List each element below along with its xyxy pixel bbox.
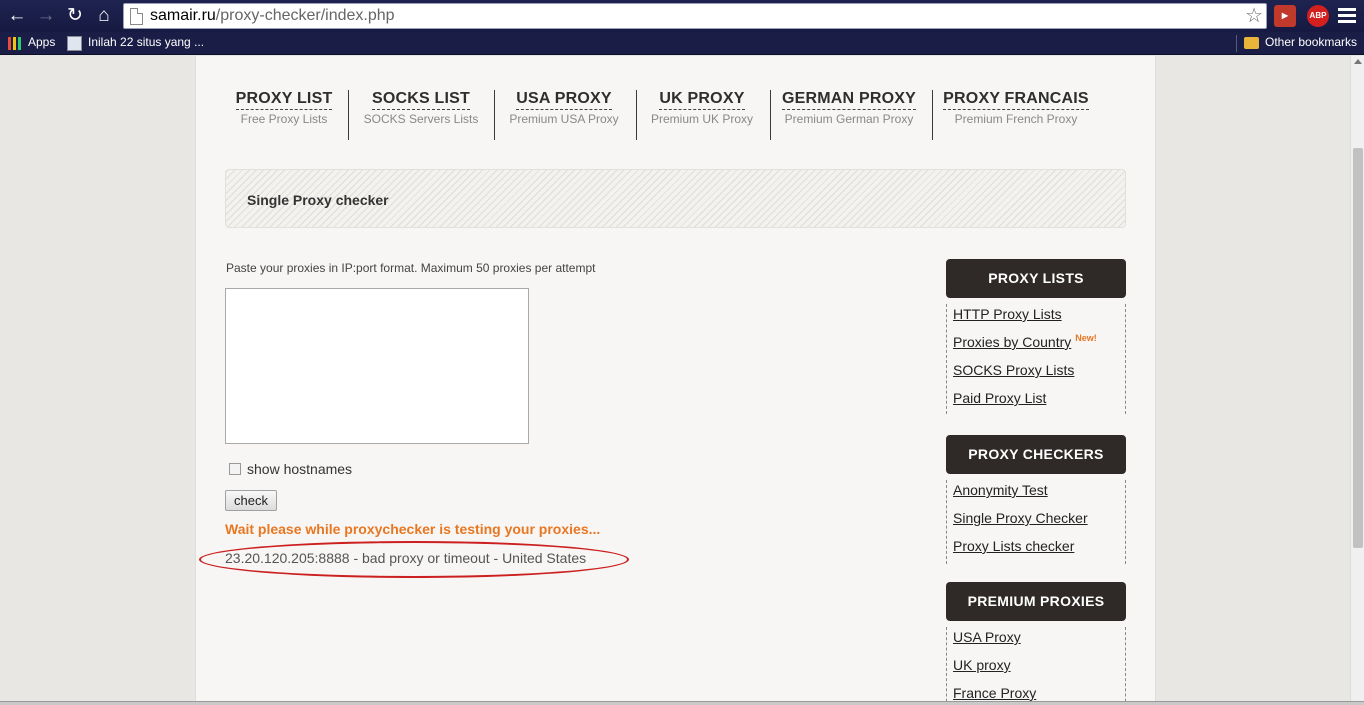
nav-german-proxy[interactable]: GERMAN PROXY Premium German Proxy xyxy=(778,90,920,138)
nav-socks-list[interactable]: SOCKS LIST SOCKS Servers Lists xyxy=(356,90,486,138)
link-proxies-by-country[interactable]: Proxies by Country xyxy=(947,332,1071,360)
page-icon xyxy=(130,8,143,25)
nav-divider xyxy=(636,90,637,140)
check-button[interactable]: check xyxy=(225,490,277,511)
nav-proxy-francais[interactable]: PROXY FRANCAIS Premium French Proxy xyxy=(940,90,1092,138)
nav-divider xyxy=(932,90,933,140)
page-viewport: PROXY LIST Free Proxy Lists SOCKS LIST SOC… xyxy=(0,56,1350,705)
reload-icon[interactable]: ↻ xyxy=(63,4,87,28)
link-paid-proxy-list[interactable]: Paid Proxy List xyxy=(947,388,1125,416)
nav-divider xyxy=(770,90,771,140)
link-usa-proxy[interactable]: USA Proxy xyxy=(947,627,1125,655)
adblock-plus-icon[interactable]: ABP xyxy=(1307,5,1329,27)
bookmarks-bar: Apps Inilah 22 situs yang ... Other book… xyxy=(0,32,1364,55)
apps-grid-icon[interactable] xyxy=(8,37,21,50)
bookmark-star-icon[interactable]: ☆ xyxy=(1245,4,1263,28)
proxy-checkers-heading: PROXY CHECKERS xyxy=(946,435,1126,474)
new-badge: New! xyxy=(1075,333,1097,343)
link-proxy-lists-checker[interactable]: Proxy Lists checker xyxy=(947,536,1125,564)
bookmark-item[interactable]: Inilah 22 situs yang ... xyxy=(88,35,204,49)
vertical-scrollbar[interactable] xyxy=(1350,56,1364,705)
instructions-text: Paste your proxies in IP:port format. Ma… xyxy=(226,261,596,275)
premium-proxies-heading: PREMIUM PROXIES xyxy=(946,582,1126,621)
page-title-box: Single Proxy checker xyxy=(225,169,1126,228)
wait-message: Wait please while proxychecker is testin… xyxy=(225,521,601,537)
link-uk-proxy[interactable]: UK proxy xyxy=(947,655,1125,683)
proxy-input-textarea[interactable] xyxy=(225,288,529,444)
scroll-thumb[interactable] xyxy=(1353,148,1363,548)
page-content: PROXY LIST Free Proxy Lists SOCKS LIST SOC… xyxy=(195,56,1156,705)
taskbar-edge xyxy=(0,701,1364,705)
show-hostnames-label[interactable]: show hostnames xyxy=(247,461,352,477)
check-result: 23.20.120.205:8888 - bad proxy or timeou… xyxy=(225,550,587,566)
nav-divider xyxy=(494,90,495,140)
home-icon[interactable]: ⌂ xyxy=(92,4,116,28)
link-http-proxy-lists[interactable]: HTTP Proxy Lists xyxy=(947,304,1125,332)
proxy-lists-links: HTTP Proxy Lists Proxies by Country New! … xyxy=(946,304,1126,414)
proxy-lists-heading: PROXY LISTS xyxy=(946,259,1126,298)
browser-toolbar: ← → ↻ ⌂ samair.ru/proxy-checker/index.ph… xyxy=(0,0,1364,32)
address-bar[interactable]: samair.ru/proxy-checker/index.php ☆ xyxy=(123,3,1267,29)
nav-divider xyxy=(348,90,349,140)
url-text: samair.ru/proxy-checker/index.php xyxy=(150,7,395,24)
link-single-proxy-checker[interactable]: Single Proxy Checker xyxy=(947,508,1125,536)
nav-usa-proxy[interactable]: USA PROXY Premium USA Proxy xyxy=(502,90,626,138)
youtube-extension-icon[interactable]: ▶ xyxy=(1274,5,1296,27)
link-anonymity-test[interactable]: Anonymity Test xyxy=(947,480,1125,508)
page-title: Single Proxy checker xyxy=(247,192,389,208)
forward-arrow-icon[interactable]: → xyxy=(34,4,58,28)
show-hostnames-checkbox[interactable] xyxy=(229,463,241,475)
proxy-checkers-links: Anonymity Test Single Proxy Checker Prox… xyxy=(946,480,1126,564)
bookmark-favicon xyxy=(67,36,82,51)
scroll-up-arrow-icon[interactable] xyxy=(1354,59,1362,64)
bookmark-separator xyxy=(1236,35,1237,52)
browser-menu-icon[interactable] xyxy=(1338,8,1356,26)
back-arrow-icon[interactable]: ← xyxy=(5,4,29,28)
nav-uk-proxy[interactable]: UK PROXY Premium UK Proxy xyxy=(644,90,760,138)
premium-proxies-links: USA Proxy UK proxy France Proxy xyxy=(946,627,1126,705)
other-bookmarks[interactable]: Other bookmarks xyxy=(1265,35,1357,49)
show-hostnames-row: show hostnames xyxy=(229,461,352,477)
nav-proxy-list[interactable]: PROXY LIST Free Proxy Lists xyxy=(222,90,346,138)
apps-bookmark[interactable]: Apps xyxy=(28,35,55,49)
link-socks-proxy-lists[interactable]: SOCKS Proxy Lists xyxy=(947,360,1125,388)
folder-icon xyxy=(1244,37,1259,49)
